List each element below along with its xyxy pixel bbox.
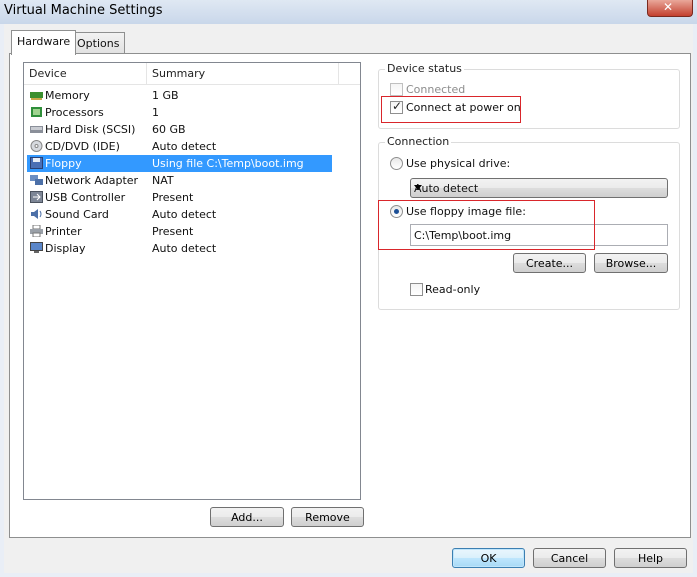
floppy-icon [30,157,43,169]
memory-icon [30,89,43,101]
column-header-device[interactable]: Device [29,67,67,80]
device-row[interactable]: Floppy Using file C:\Temp\boot.img [27,155,332,172]
dialog-client: Hardware Options Device Summary Memory 1 … [4,24,693,573]
connected-label: Connected [406,83,466,96]
device-row[interactable]: USB Controller Present [27,189,332,206]
device-list[interactable]: Device Summary Memory 1 GB Processors 1 Hard… [23,62,361,500]
device-row[interactable]: Printer Present [27,223,332,240]
device-summary: 1 GB [152,89,179,102]
column-separator[interactable] [338,63,339,84]
device-summary: Auto detect [152,140,217,153]
highlight-box-power-on [381,96,521,123]
device-name: USB Controller [45,191,126,204]
connection-title: Connection [385,135,452,148]
device-row[interactable]: CD/DVD (IDE) Auto detect [27,138,332,155]
read-only-label[interactable]: Read-only [425,283,480,296]
create-button-label: Create... [525,257,574,270]
device-row[interactable]: Hard Disk (SCSI) 60 GB [27,121,332,138]
remove-button[interactable]: Remove [291,507,364,527]
browse-button-label: Browse... [605,257,657,270]
column-header-summary[interactable]: Summary [152,67,205,80]
device-summary: Present [152,225,194,238]
device-name: Display [45,242,86,255]
close-button[interactable]: ✕ [647,0,693,17]
processor-icon [30,106,43,118]
hardware-panel: Device Summary Memory 1 GB Processors 1 Hard… [9,53,691,538]
sound-icon [30,208,43,220]
add-button[interactable]: Add... [210,507,284,527]
device-summary: Auto detect [152,208,217,221]
device-summary: Present [152,191,194,204]
title-bar: Virtual Machine Settings ✕ [0,0,697,24]
device-name: Sound Card [45,208,109,221]
list-header: Device Summary [24,63,360,85]
device-row[interactable]: Sound Card Auto detect [27,206,332,223]
close-icon: ✕ [663,0,674,14]
help-button-label: Help [637,552,664,565]
device-summary: Using file C:\Temp\boot.img [152,157,304,170]
device-row[interactable]: Memory 1 GB [27,87,332,104]
device-name: Printer [45,225,82,238]
physical-drive-label[interactable]: Use physical drive: [406,157,510,170]
printer-icon [30,224,43,238]
ok-button[interactable]: OK [452,548,525,568]
remove-button-label: Remove [305,511,350,524]
browse-button[interactable]: Browse... [594,253,668,273]
device-name: Network Adapter [45,174,139,187]
cd-dvd-icon [30,140,43,152]
device-status-title: Device status [385,62,464,75]
usb-icon [30,191,43,203]
device-row[interactable]: Network Adapter NAT [27,172,332,189]
highlight-box-image-file [378,200,595,250]
device-name: Memory [45,89,90,102]
device-name: CD/DVD (IDE) [45,140,120,153]
device-name: Hard Disk (SCSI) [45,123,136,136]
ok-button-label: OK [480,552,497,565]
device-name: Processors [45,106,104,119]
help-button[interactable]: Help [614,548,687,568]
device-summary: NAT [152,174,174,187]
add-button-label: Add... [231,511,263,524]
device-summary: Auto detect [152,242,217,255]
device-row[interactable]: Processors 1 [27,104,332,121]
physical-drive-radio[interactable] [390,157,403,170]
create-button[interactable]: Create... [513,253,586,273]
device-row[interactable]: Display Auto detect [27,240,332,257]
connected-checkbox[interactable] [390,83,403,96]
drive-select-value: Auto detect [414,182,479,195]
device-name: Floppy [45,157,82,170]
cancel-button-label: Cancel [550,552,589,565]
cancel-button[interactable]: Cancel [533,548,606,568]
window-title: Virtual Machine Settings [4,3,163,18]
tab-hardware[interactable]: Hardware [11,30,77,55]
network-icon [30,174,43,186]
physical-drive-select[interactable]: Auto detect [410,178,668,198]
device-summary: 60 GB [152,123,186,136]
chevron-down-icon [414,185,422,190]
hard-disk-icon [30,123,43,135]
device-summary: 1 [152,106,159,119]
display-icon [30,242,43,254]
column-separator[interactable] [146,63,147,84]
read-only-checkbox[interactable] [410,283,423,296]
tab-options[interactable]: Options [71,32,126,54]
